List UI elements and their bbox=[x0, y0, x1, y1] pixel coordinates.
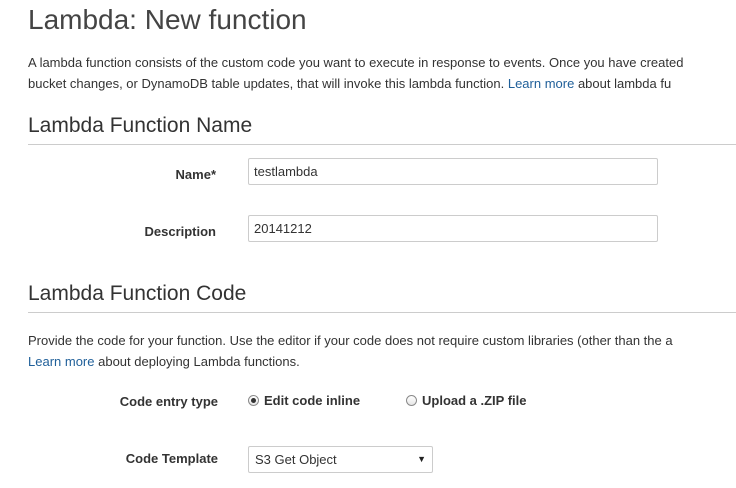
dropdown-caret-icon: ▼ bbox=[417, 454, 426, 464]
upload-zip-label[interactable]: Upload a .ZIP file bbox=[422, 393, 527, 408]
edit-code-inline-label[interactable]: Edit code inline bbox=[264, 393, 360, 408]
code-intro-text-end: about deploying Lambda functions. bbox=[98, 354, 300, 369]
page-intro-line-2: bucket changes, or DynamoDB table update… bbox=[28, 76, 671, 91]
section-divider bbox=[28, 144, 736, 145]
page-intro-line-1: A lambda function consists of the custom… bbox=[28, 55, 684, 70]
page-intro-text-end: about lambda fu bbox=[577, 76, 672, 91]
code-intro-line-1: Provide the code for your function. Use … bbox=[28, 333, 673, 348]
code-entry-type-label: Code entry type bbox=[119, 394, 218, 409]
description-input[interactable] bbox=[248, 215, 658, 242]
section-title-function-name: Lambda Function Name bbox=[28, 114, 253, 137]
edit-code-inline-radio[interactable] bbox=[248, 395, 259, 406]
section-divider bbox=[28, 312, 736, 313]
page-intro-text: bucket changes, or DynamoDB table update… bbox=[28, 76, 505, 91]
edit-code-inline-option[interactable]: Edit code inline bbox=[248, 393, 360, 408]
name-label: Name* bbox=[175, 167, 216, 182]
upload-zip-option[interactable]: Upload a .ZIP file bbox=[406, 393, 527, 408]
page-title: Lambda: New function bbox=[28, 4, 307, 35]
section-title-function-code: Lambda Function Code bbox=[28, 282, 247, 305]
code-template-select[interactable]: S3 Get Object ▼ bbox=[248, 446, 433, 473]
learn-more-lambda-link[interactable]: Learn more bbox=[508, 76, 574, 91]
description-label: Description bbox=[144, 224, 216, 239]
upload-zip-radio[interactable] bbox=[406, 395, 417, 406]
learn-more-deploying-link[interactable]: Learn more bbox=[28, 354, 94, 369]
code-template-label: Code Template bbox=[125, 451, 218, 466]
code-template-value: S3 Get Object bbox=[255, 452, 337, 467]
code-intro-line-2: Learn more about deploying Lambda functi… bbox=[28, 354, 300, 369]
name-input[interactable] bbox=[248, 158, 658, 185]
